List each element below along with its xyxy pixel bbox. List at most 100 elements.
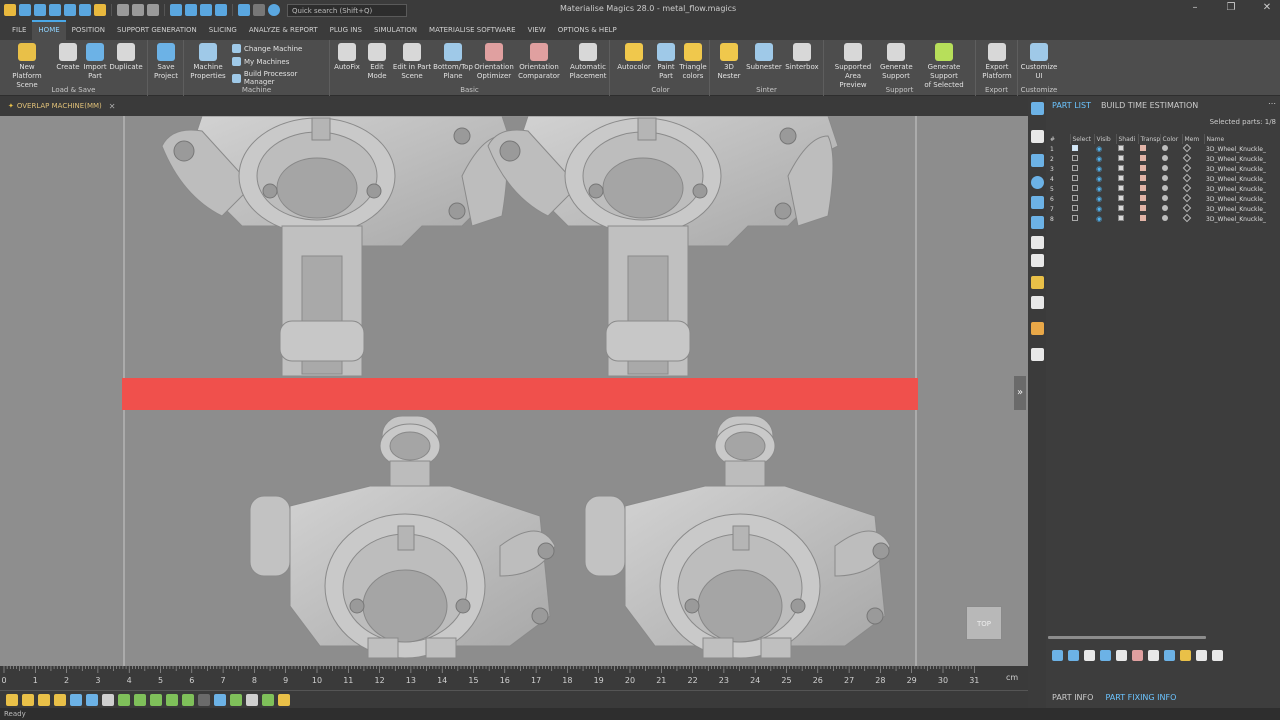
- tab-part-list[interactable]: PART LIST: [1052, 101, 1091, 110]
- autofix-button[interactable]: AutoFix: [332, 43, 362, 72]
- col-header-name[interactable]: Name: [1204, 134, 1280, 144]
- supported-area-preview-button[interactable]: Supported Area Preview: [826, 43, 880, 90]
- memory-toggle[interactable]: [1182, 144, 1204, 154]
- shading-toggle[interactable]: [1116, 214, 1138, 224]
- visibility-toggle[interactable]: ◉: [1094, 164, 1116, 174]
- box-icon[interactable]: [132, 4, 144, 16]
- warning-icon[interactable]: [278, 693, 290, 706]
- link-icon[interactable]: [79, 4, 91, 16]
- color-dot-icon[interactable]: [1162, 145, 1168, 151]
- memory-icon[interactable]: [1182, 214, 1192, 223]
- color-dot-icon[interactable]: [1162, 175, 1168, 181]
- transparency-icon[interactable]: [1140, 185, 1146, 191]
- cube-icon[interactable]: [117, 4, 129, 16]
- open-icon[interactable]: [34, 4, 46, 16]
- table-row[interactable]: 4 ◉ 3D_Wheel_Knuckle_: [1048, 174, 1280, 184]
- select-checkbox[interactable]: [1070, 154, 1094, 164]
- eye-icon[interactable]: ◉: [1096, 185, 1102, 193]
- eye-icon[interactable]: ◉: [1096, 145, 1102, 153]
- close-icon[interactable]: ✕: [109, 102, 116, 111]
- memory-toggle[interactable]: [1182, 214, 1204, 224]
- redo-icon[interactable]: [253, 4, 265, 16]
- transparency-toggle[interactable]: [1138, 174, 1160, 184]
- bottom-top-plane-button[interactable]: Bottom/Top Plane: [432, 43, 474, 81]
- platform-grid-icon[interactable]: [185, 4, 197, 16]
- shading-toggle[interactable]: [1116, 154, 1138, 164]
- transparency-toggle[interactable]: [1138, 154, 1160, 164]
- sort-icon[interactable]: [1164, 650, 1175, 661]
- tab-slicing[interactable]: SLICING: [203, 20, 243, 40]
- filter-icon[interactable]: [1148, 650, 1159, 661]
- folder-icon[interactable]: [1180, 650, 1191, 661]
- select-checkbox[interactable]: [1070, 184, 1094, 194]
- select-checkbox[interactable]: [1070, 174, 1094, 184]
- col-header-select[interactable]: Select: [1070, 134, 1095, 144]
- orientation-comparator-button[interactable]: Orientation Comparator: [516, 43, 562, 81]
- copy-icon[interactable]: [1116, 650, 1127, 661]
- cube-icon[interactable]: [1118, 205, 1124, 211]
- save-project-button[interactable]: Save Project: [152, 43, 180, 81]
- visibility-toggle[interactable]: ◉: [1094, 194, 1116, 204]
- scene-tab-overlap-machine[interactable]: ✦ OVERLAP MACHINE(MM) ✕: [2, 99, 121, 113]
- tab-materialise-software[interactable]: MATERIALISE SOFTWARE: [423, 20, 522, 40]
- color-dot-icon[interactable]: [1162, 165, 1168, 171]
- angle-measure-icon[interactable]: [1031, 216, 1044, 229]
- build-processor-manager-button[interactable]: Build Processor Manager: [232, 70, 329, 86]
- triangle-colors-button[interactable]: Triangle colors: [678, 43, 708, 81]
- folder-icon[interactable]: [94, 4, 106, 16]
- part-list-icon[interactable]: [1031, 102, 1044, 115]
- select-plane-icon[interactable]: [166, 693, 178, 706]
- visibility-toggle[interactable]: ◉: [1094, 204, 1116, 214]
- color-dot-icon[interactable]: [1162, 205, 1168, 211]
- cube-icon[interactable]: [1118, 175, 1124, 181]
- collapse-arrow-icon[interactable]: »: [1014, 376, 1026, 410]
- col-header-color[interactable]: Color: [1160, 134, 1183, 144]
- platform-copy-icon[interactable]: [200, 4, 212, 16]
- color-swatch[interactable]: [1160, 214, 1182, 224]
- memory-toggle[interactable]: [1182, 154, 1204, 164]
- new-scene-icon[interactable]: [4, 4, 16, 16]
- tab-simulation[interactable]: SIMULATION: [368, 20, 423, 40]
- edit-mode-button[interactable]: Edit Mode: [364, 43, 390, 81]
- checkbox-icon[interactable]: [1072, 205, 1078, 211]
- transparency-toggle[interactable]: [1138, 184, 1160, 194]
- generate-support-selected-button[interactable]: Generate Support of Selected: [914, 43, 974, 90]
- duplicate-button[interactable]: Duplicate: [108, 43, 144, 72]
- select-checkbox[interactable]: [1070, 194, 1094, 204]
- text-abc-icon[interactable]: [1031, 276, 1044, 289]
- edit-in-part-scene-button[interactable]: Edit in Part Scene: [392, 43, 432, 81]
- paperclip-icon[interactable]: [1031, 296, 1044, 309]
- transparency-toggle[interactable]: [1138, 144, 1160, 154]
- col-header-shading[interactable]: Shadi: [1116, 134, 1139, 144]
- platform-move-icon[interactable]: [215, 4, 227, 16]
- color-swatch[interactable]: [1160, 174, 1182, 184]
- tab-plug-ins[interactable]: PLUG INS: [324, 20, 368, 40]
- checkbox-icon[interactable]: [1072, 165, 1078, 171]
- checkbox-icon[interactable]: [1072, 215, 1078, 221]
- shading-toggle[interactable]: [1116, 194, 1138, 204]
- table-row[interactable]: 1 ◉ 3D_Wheel_Knuckle_: [1048, 144, 1280, 154]
- shading-toggle[interactable]: [1116, 144, 1138, 154]
- ungroup-icon[interactable]: [1100, 650, 1111, 661]
- memory-toggle[interactable]: [1182, 174, 1204, 184]
- checkbox-icon[interactable]: [1072, 145, 1078, 151]
- visibility-toggle[interactable]: ◉: [1094, 154, 1116, 164]
- color-swatch[interactable]: [1160, 184, 1182, 194]
- cube-icon[interactable]: [1118, 155, 1124, 161]
- import-icon[interactable]: [19, 4, 31, 16]
- tab-analyze-report[interactable]: ANALYZE & REPORT: [243, 20, 324, 40]
- visibility-toggle[interactable]: ◉: [1094, 184, 1116, 194]
- memory-toggle[interactable]: [1182, 184, 1204, 194]
- checkbox-icon[interactable]: [1072, 185, 1078, 191]
- zoom-fit-icon[interactable]: [54, 693, 66, 706]
- change-machine-button[interactable]: Change Machine: [232, 44, 302, 53]
- table-row[interactable]: 2 ◉ 3D_Wheel_Knuckle_: [1048, 154, 1280, 164]
- table-row[interactable]: 8 ◉ 3D_Wheel_Knuckle_: [1048, 214, 1280, 224]
- select-checkbox[interactable]: [1070, 214, 1094, 224]
- eye-icon[interactable]: ◉: [1096, 175, 1102, 183]
- memory-icon[interactable]: [1182, 194, 1192, 203]
- tab-view[interactable]: VIEW: [522, 20, 552, 40]
- transparency-toggle[interactable]: [1138, 194, 1160, 204]
- close-button[interactable]: ✕: [1260, 2, 1274, 13]
- autocolor-button[interactable]: Autocolor: [616, 43, 652, 72]
